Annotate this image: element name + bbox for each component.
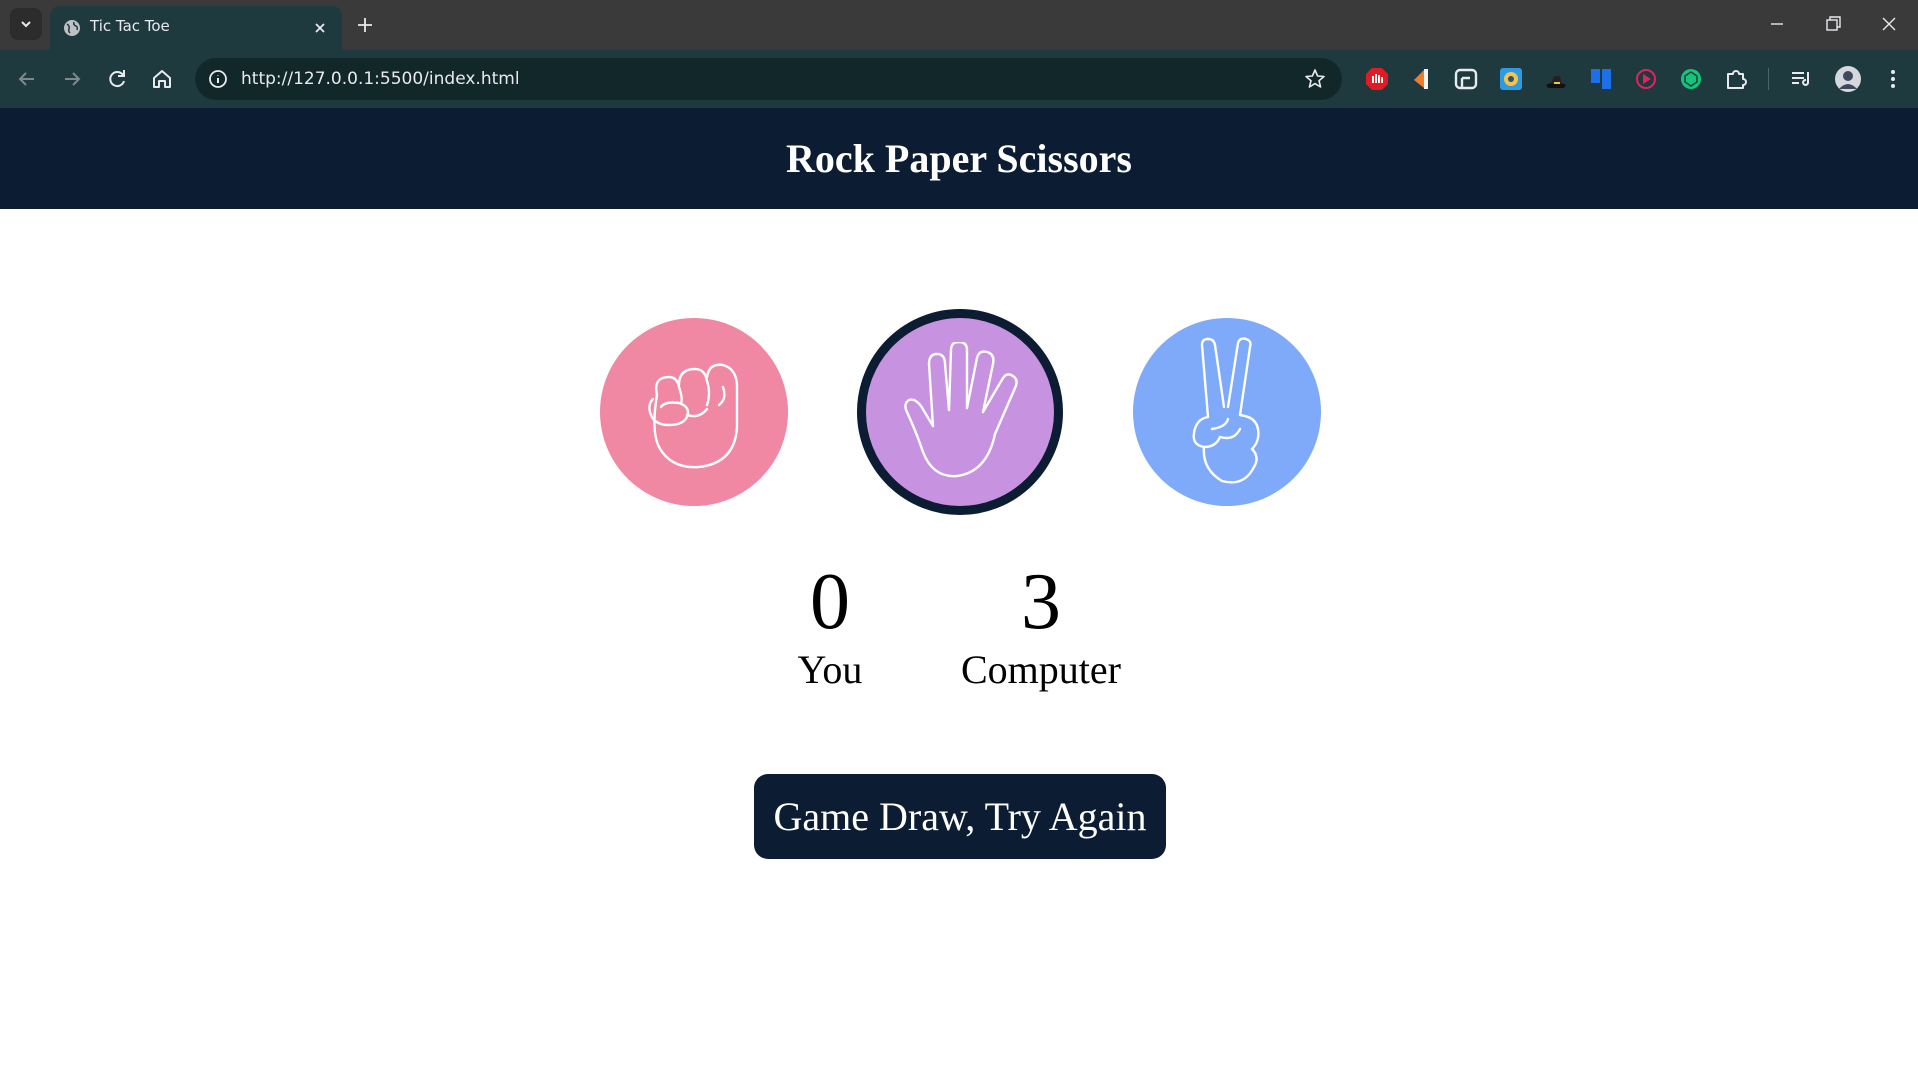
restore-icon[interactable] [1821,12,1845,36]
user-score-label: You [797,647,863,692]
tab-search-button[interactable] [10,8,42,40]
result-message: Game Draw, Try Again [754,774,1166,859]
scissors-choice-button[interactable] [1133,318,1321,506]
page-header: Rock Paper Scissors [0,108,1918,209]
chatgpt-icon[interactable] [1678,66,1704,92]
toolbar-divider [1768,68,1769,90]
tab-title: Tic Tac Toe [90,17,170,35]
video-recorder-icon[interactable] [1633,66,1659,92]
computer-score-value: 3 [1021,558,1061,646]
adblock-icon[interactable] [1364,66,1390,92]
minimize-icon[interactable] [1765,12,1789,36]
bookmark-star-icon[interactable] [1304,68,1326,90]
menu-dots-icon[interactable] [1880,66,1906,92]
reading-list-icon[interactable] [1788,66,1814,92]
user-score-value: 0 [810,558,850,646]
color-picker-icon[interactable] [1498,66,1524,92]
forward-arrow-icon[interactable] [57,64,87,94]
home-icon[interactable] [147,64,177,94]
trello-icon[interactable] [1588,66,1614,92]
rock-choice-button[interactable] [600,318,788,506]
fist-icon [648,363,739,469]
back-arrow-icon[interactable] [12,64,42,94]
site-info-icon[interactable] [207,68,229,90]
extensions-puzzle-icon[interactable] [1723,66,1749,92]
new-tab-plus-icon[interactable] [352,12,378,38]
window-close-icon[interactable] [1877,12,1901,36]
profile-avatar[interactable] [1834,65,1862,93]
chevron-down-icon [21,21,31,28]
browser-tab-strip: Tic Tac Toe [0,0,1918,50]
close-icon[interactable] [310,18,330,38]
address-bar[interactable]: http://127.0.0.1:5500/index.html [195,58,1342,100]
computer-score-label: Computer [961,647,1121,692]
page-title: Rock Paper Scissors [786,136,1132,181]
browser-toolbar: http://127.0.0.1:5500/index.html [0,50,1918,108]
browser-tab-active[interactable]: Tic Tac Toe [50,6,342,50]
paper-choice-button[interactable] [857,309,1063,515]
dark-hat-icon[interactable] [1543,66,1569,92]
screen-capture-icon[interactable] [1453,66,1479,92]
globe-icon [64,20,80,36]
pdf-tool-icon[interactable] [1408,66,1434,92]
open-hand-icon [904,342,1018,478]
url-text: http://127.0.0.1:5500/index.html [241,69,520,89]
reload-icon[interactable] [102,64,132,94]
peace-hand-icon [1192,337,1260,484]
